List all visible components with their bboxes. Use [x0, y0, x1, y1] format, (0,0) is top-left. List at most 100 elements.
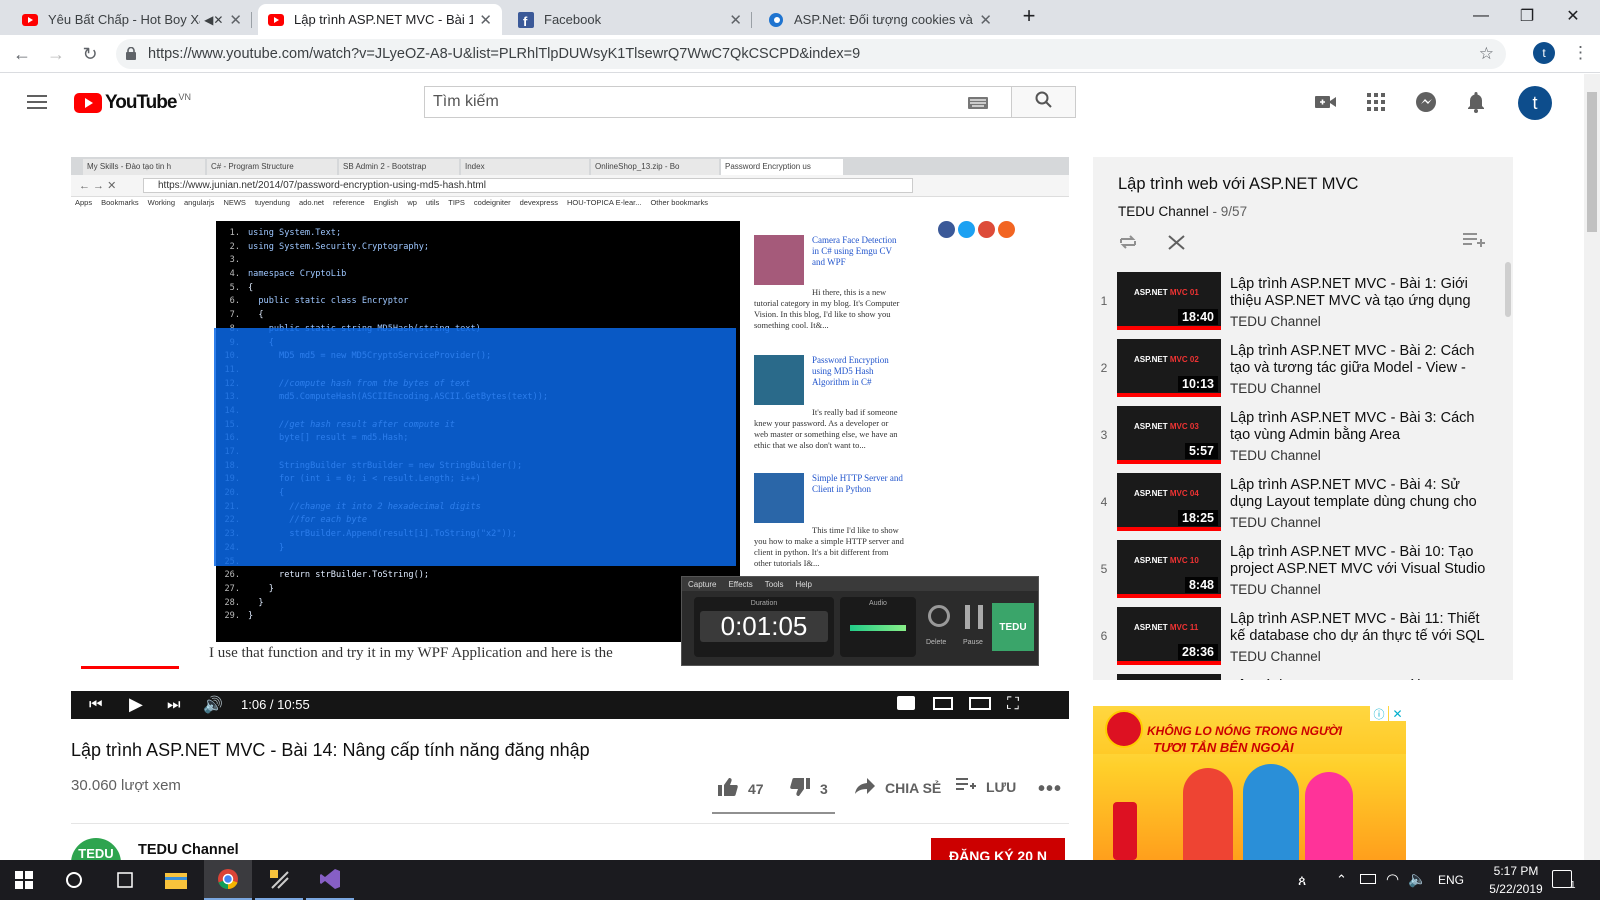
playlist-item-title[interactable]: Lập trình ASP.NET MVC - Bài 3: Cách tạo …	[1230, 410, 1490, 444]
dislike-button[interactable]: 3	[790, 778, 828, 799]
close-tab-icon[interactable]: ✕	[229, 11, 242, 29]
ad-info-icon[interactable]: ⓘ	[1370, 706, 1388, 721]
fullscreen-icon[interactable]: ⛶	[1007, 694, 1019, 714]
task-view-icon[interactable]	[101, 860, 149, 900]
notifications-bell-icon[interactable]	[1464, 90, 1488, 114]
playlist-item[interactable]: 3 ASP.NET MVC 03 5:57 Lập trình ASP.NET MVC…	[1093, 406, 1498, 472]
people-icon[interactable]: ጰ	[1298, 872, 1306, 889]
account-avatar[interactable]: t	[1518, 86, 1552, 120]
playlist-item-thumbnail[interactable]: ASP.NET MVC 03 5:57	[1117, 406, 1221, 464]
create-video-icon[interactable]	[1314, 90, 1338, 114]
clock-time[interactable]: 5:17 PM	[1481, 864, 1551, 878]
miniplayer-icon[interactable]	[933, 697, 953, 710]
youtube-logo[interactable]: YouTube VN	[74, 92, 191, 114]
rss-icon	[998, 221, 1015, 238]
battery-icon[interactable]	[1360, 874, 1376, 884]
playlist-item-title[interactable]: Lập trình ASP.NET MVC - Bài 4: Sử dụng L…	[1230, 477, 1490, 511]
browser-tab[interactable]: f Facebook ✕	[508, 4, 752, 35]
ad-close-icon[interactable]: ✕	[1389, 706, 1406, 721]
action-center-icon[interactable]	[1552, 870, 1572, 888]
loop-playlist-icon[interactable]	[1118, 233, 1138, 256]
playlist-item-thumbnail[interactable]: ASP.NET MVC 02 10:13	[1117, 339, 1221, 397]
more-actions-icon[interactable]: •••	[1038, 778, 1062, 801]
playlist-scrollbar[interactable]	[1505, 262, 1511, 317]
scrollbar-thumb[interactable]	[1587, 92, 1597, 232]
playlist-item-channel: TEDU Channel	[1230, 314, 1321, 329]
search-cortana-icon[interactable]	[50, 860, 98, 900]
close-tab-icon[interactable]: ✕	[979, 11, 992, 29]
address-bar[interactable]: https://www.youtube.com/watch?v=JLyeOZ-A…	[116, 39, 1506, 69]
playlist-item-thumbnail[interactable]: ASP.NET MVC	[1117, 674, 1221, 680]
video-progress-track[interactable]	[81, 666, 1059, 669]
speaker-muted-icon[interactable]: ◀✕	[204, 13, 223, 27]
wifi-icon[interactable]: ◠	[1386, 870, 1399, 888]
messages-icon[interactable]	[1414, 90, 1438, 114]
reload-icon[interactable]: ↻	[79, 43, 101, 65]
new-tab-button[interactable]: +	[1014, 0, 1044, 32]
close-tab-icon[interactable]: ✕	[479, 11, 492, 29]
maximize-button[interactable]: ❐	[1504, 0, 1550, 32]
profile-avatar[interactable]: t	[1533, 42, 1555, 64]
save-button[interactable]: LƯU	[956, 778, 1016, 795]
file-explorer-icon[interactable]	[152, 860, 200, 900]
show-hidden-icons[interactable]: ⌃	[1336, 872, 1347, 888]
browser-tab[interactable]: ASP.Net: Đối tượng cookies và s ✕	[758, 4, 1002, 35]
chrome-taskbar-icon[interactable]	[204, 860, 252, 900]
save-playlist-icon[interactable]	[1463, 233, 1485, 254]
page-scrollbar[interactable]	[1584, 74, 1600, 860]
back-arrow-icon[interactable]: ←	[11, 43, 33, 65]
playlist-item[interactable]: 5 ASP.NET MVC 10 8:48 Lập trình ASP.NET MVC…	[1093, 540, 1498, 606]
tools-app-icon[interactable]	[255, 860, 303, 900]
playlist-item-thumbnail[interactable]: ASP.NET MVC 11 28:36	[1117, 607, 1221, 665]
playlist-item-title[interactable]: Lập trình ASP.NET MVC - Bài 2: Cách tạo …	[1230, 343, 1490, 377]
playlist-item-title[interactable]: Lập trình ASP.NET MVC - Bài 10: Tạo proj…	[1230, 544, 1490, 578]
language-indicator[interactable]: ENG	[1438, 873, 1464, 887]
playlist-item[interactable]: 4 ASP.NET MVC 04 18:25 Lập trình ASP.NET MV…	[1093, 473, 1498, 539]
previous-icon[interactable]: ⏮	[89, 696, 103, 713]
playlist-title[interactable]: Lập trình web với ASP.NET MVC	[1118, 175, 1358, 194]
like-ratio-bar	[712, 812, 835, 814]
settings-gear-icon[interactable]	[897, 696, 915, 710]
next-icon[interactable]: ⏭	[167, 696, 181, 713]
apps-grid-icon[interactable]	[1364, 90, 1388, 114]
video-player[interactable]: My Skills - Đào tạo tin h C# - Program S…	[71, 157, 1069, 719]
volume-tray-icon[interactable]: 🔈	[1408, 870, 1427, 888]
volume-icon[interactable]: 🔊	[203, 695, 223, 715]
playlist-item[interactable]: 2 ASP.NET MVC 02 10:13 Lập trình ASP.NET MV…	[1093, 339, 1498, 405]
youtube-header: YouTube VN Tìm kiếm t	[0, 74, 1566, 130]
close-window-button[interactable]: ✕	[1550, 0, 1596, 32]
playlist-item-title[interactable]: Lập trình ASP.NET MVC - Bài 11: Thiết kế…	[1230, 611, 1490, 645]
watched-progress-bar	[1117, 661, 1221, 665]
share-button[interactable]: CHIA SẺ	[855, 778, 941, 797]
hamburger-menu-icon[interactable]	[27, 94, 47, 110]
close-tab-icon[interactable]: ✕	[729, 11, 742, 29]
like-button[interactable]: 47	[718, 778, 764, 799]
watched-progress-bar	[1117, 460, 1221, 464]
clock-date[interactable]: 5/22/2019	[1481, 882, 1551, 896]
playlist-item[interactable]: 6 ASP.NET MVC 11 28:36 Lập trình ASP.NET MV…	[1093, 607, 1498, 673]
browser-tab[interactable]: Yêu Bất Chấp - Hot Boy Xăm ◀✕ ✕	[12, 4, 252, 35]
browser-tab-active[interactable]: Lập trình ASP.NET MVC - Bài 14: N ✕	[258, 4, 502, 35]
visual-studio-icon[interactable]	[306, 860, 354, 900]
forward-arrow-icon[interactable]: →	[45, 43, 67, 65]
playlist-item-title[interactable]: Lập trình ASP.NET MVC - Bài 12: Tạo	[1230, 678, 1490, 680]
theater-mode-icon[interactable]	[969, 697, 991, 710]
advertisement-banner[interactable]: KHÔNG LO NÓNG TRONG NGƯỜI TƯƠI TẮN BÊN N…	[1093, 706, 1406, 860]
play-icon[interactable]: ▶	[129, 694, 143, 715]
channel-name[interactable]: TEDU Channel	[138, 842, 239, 858]
watched-progress-bar	[1117, 326, 1221, 330]
shuffle-icon[interactable]	[1167, 233, 1187, 256]
windows-start-icon[interactable]	[0, 860, 48, 900]
playlist-item[interactable]: 1 ASP.NET MVC 01 18:40 Lập trình ASP.NET MV…	[1093, 272, 1498, 338]
menu-kebab-icon[interactable]: ⋮	[1572, 43, 1589, 63]
search-button[interactable]	[1011, 86, 1076, 118]
playlist-item-title[interactable]: Lập trình ASP.NET MVC - Bài 1: Giới thiệ…	[1230, 276, 1490, 310]
playlist-item-thumbnail[interactable]: ASP.NET MVC 04 18:25	[1117, 473, 1221, 531]
search-input[interactable]: Tìm kiếm	[424, 86, 1012, 118]
bookmark-star-icon[interactable]: ☆	[1479, 44, 1494, 64]
keyboard-icon[interactable]	[968, 96, 988, 109]
playlist-item-thumbnail[interactable]: ASP.NET MVC 10 8:48	[1117, 540, 1221, 598]
minimize-button[interactable]: —	[1458, 0, 1504, 32]
playlist-item-thumbnail[interactable]: ASP.NET MVC 01 18:40	[1117, 272, 1221, 330]
playlist-item[interactable]: ASP.NET MVC Lập trình ASP.NET MVC - Bài …	[1093, 674, 1498, 680]
